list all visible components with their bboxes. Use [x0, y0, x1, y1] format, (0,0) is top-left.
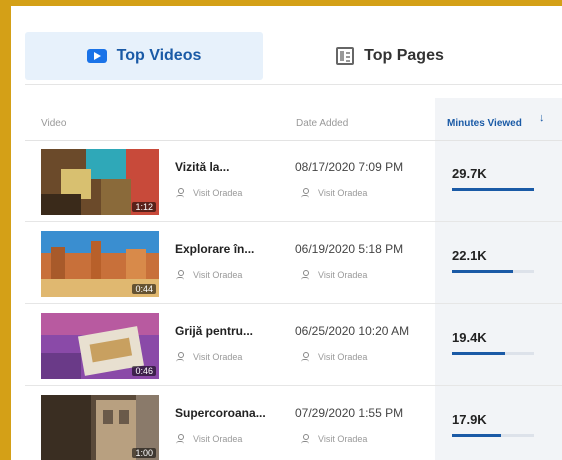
video-duration: 1:00 — [132, 448, 156, 458]
video-title[interactable]: Grijă pentru... — [175, 324, 253, 338]
video-thumbnail[interactable]: 1:12 — [41, 149, 159, 215]
column-header-minutes-viewed[interactable]: Minutes Viewed — [447, 118, 522, 129]
tab-top-pages-label: Top Pages — [364, 47, 444, 64]
minutes-viewed-bar — [452, 188, 534, 191]
channel-name: Visit Oradea — [193, 188, 243, 198]
user-icon — [175, 188, 185, 198]
video-channel: Visit Oradea — [175, 188, 242, 198]
video-title[interactable]: Explorare în... — [175, 242, 254, 256]
minutes-viewed-bar-fill — [452, 434, 502, 437]
channel-name: Visit Oradea — [318, 270, 368, 280]
table-row[interactable]: 1:12 Vizită la... Visit Oradea 08/17/202… — [25, 140, 562, 222]
user-icon — [175, 352, 185, 362]
user-icon — [300, 352, 310, 362]
analytics-panel: Top Videos Top Pages Video Date Added Mi… — [11, 6, 562, 460]
minutes-viewed-bar — [452, 352, 534, 355]
video-play-icon — [86, 49, 107, 63]
video-channel: Visit Oradea — [175, 270, 242, 280]
minutes-viewed-value: 29.7K — [452, 166, 487, 181]
date-channel: Visit Oradea — [300, 270, 367, 280]
channel-name: Visit Oradea — [193, 270, 243, 280]
minutes-viewed-value: 19.4K — [452, 330, 487, 345]
tab-top-videos[interactable]: Top Videos — [25, 32, 263, 80]
date-added: 08/17/2020 7:09 PM — [295, 160, 404, 174]
video-title[interactable]: Supercoroana... — [175, 406, 266, 420]
channel-name: Visit Oradea — [193, 352, 243, 362]
video-thumbnail[interactable]: 1:00 — [41, 395, 159, 460]
channel-name: Visit Oradea — [193, 434, 243, 444]
user-icon — [300, 188, 310, 198]
table-row[interactable]: 1:00 Supercoroana... Visit Oradea 07/29/… — [25, 386, 562, 460]
user-icon — [300, 270, 310, 280]
table-row[interactable]: 0:44 Explorare în... Visit Oradea 06/19/… — [25, 222, 562, 304]
minutes-viewed-bar-fill — [452, 270, 513, 273]
video-duration: 0:44 — [132, 284, 156, 294]
minutes-viewed-bar-fill — [452, 352, 506, 355]
date-added: 07/29/2020 1:55 PM — [295, 406, 404, 420]
date-channel: Visit Oradea — [300, 352, 367, 362]
date-added: 06/19/2020 5:18 PM — [295, 242, 404, 256]
video-title[interactable]: Vizită la... — [175, 160, 229, 174]
video-duration: 1:12 — [132, 202, 156, 212]
date-added: 06/25/2020 10:20 AM — [295, 324, 410, 338]
channel-name: Visit Oradea — [318, 352, 368, 362]
video-duration: 0:46 — [132, 366, 156, 376]
video-thumbnail[interactable]: 0:46 — [41, 313, 159, 379]
user-icon — [300, 434, 310, 444]
channel-name: Visit Oradea — [318, 434, 368, 444]
minutes-viewed-bar-fill — [452, 188, 534, 191]
tab-top-videos-label: Top Videos — [116, 47, 202, 64]
tab-top-pages[interactable]: Top Pages — [271, 32, 509, 80]
user-icon — [175, 434, 185, 444]
video-channel: Visit Oradea — [175, 352, 242, 362]
user-icon — [175, 270, 185, 280]
minutes-viewed-bar — [452, 270, 534, 273]
minutes-viewed-value: 17.9K — [452, 412, 487, 427]
column-header-video[interactable]: Video — [41, 118, 66, 129]
video-thumbnail[interactable]: 0:44 — [41, 231, 159, 297]
tab-bar: Top Videos Top Pages — [11, 6, 562, 90]
minutes-viewed-bar — [452, 434, 534, 437]
tab-divider — [25, 84, 562, 85]
page-icon — [336, 47, 355, 65]
sort-descending-icon[interactable]: ↓ — [539, 112, 545, 124]
date-channel: Visit Oradea — [300, 434, 367, 444]
column-header-date-added[interactable]: Date Added — [296, 118, 348, 129]
video-channel: Visit Oradea — [175, 434, 242, 444]
table-row[interactable]: 0:46 Grijă pentru... Visit Oradea 06/25/… — [25, 304, 562, 386]
date-channel: Visit Oradea — [300, 188, 367, 198]
minutes-viewed-value: 22.1K — [452, 248, 487, 263]
channel-name: Visit Oradea — [318, 188, 368, 198]
